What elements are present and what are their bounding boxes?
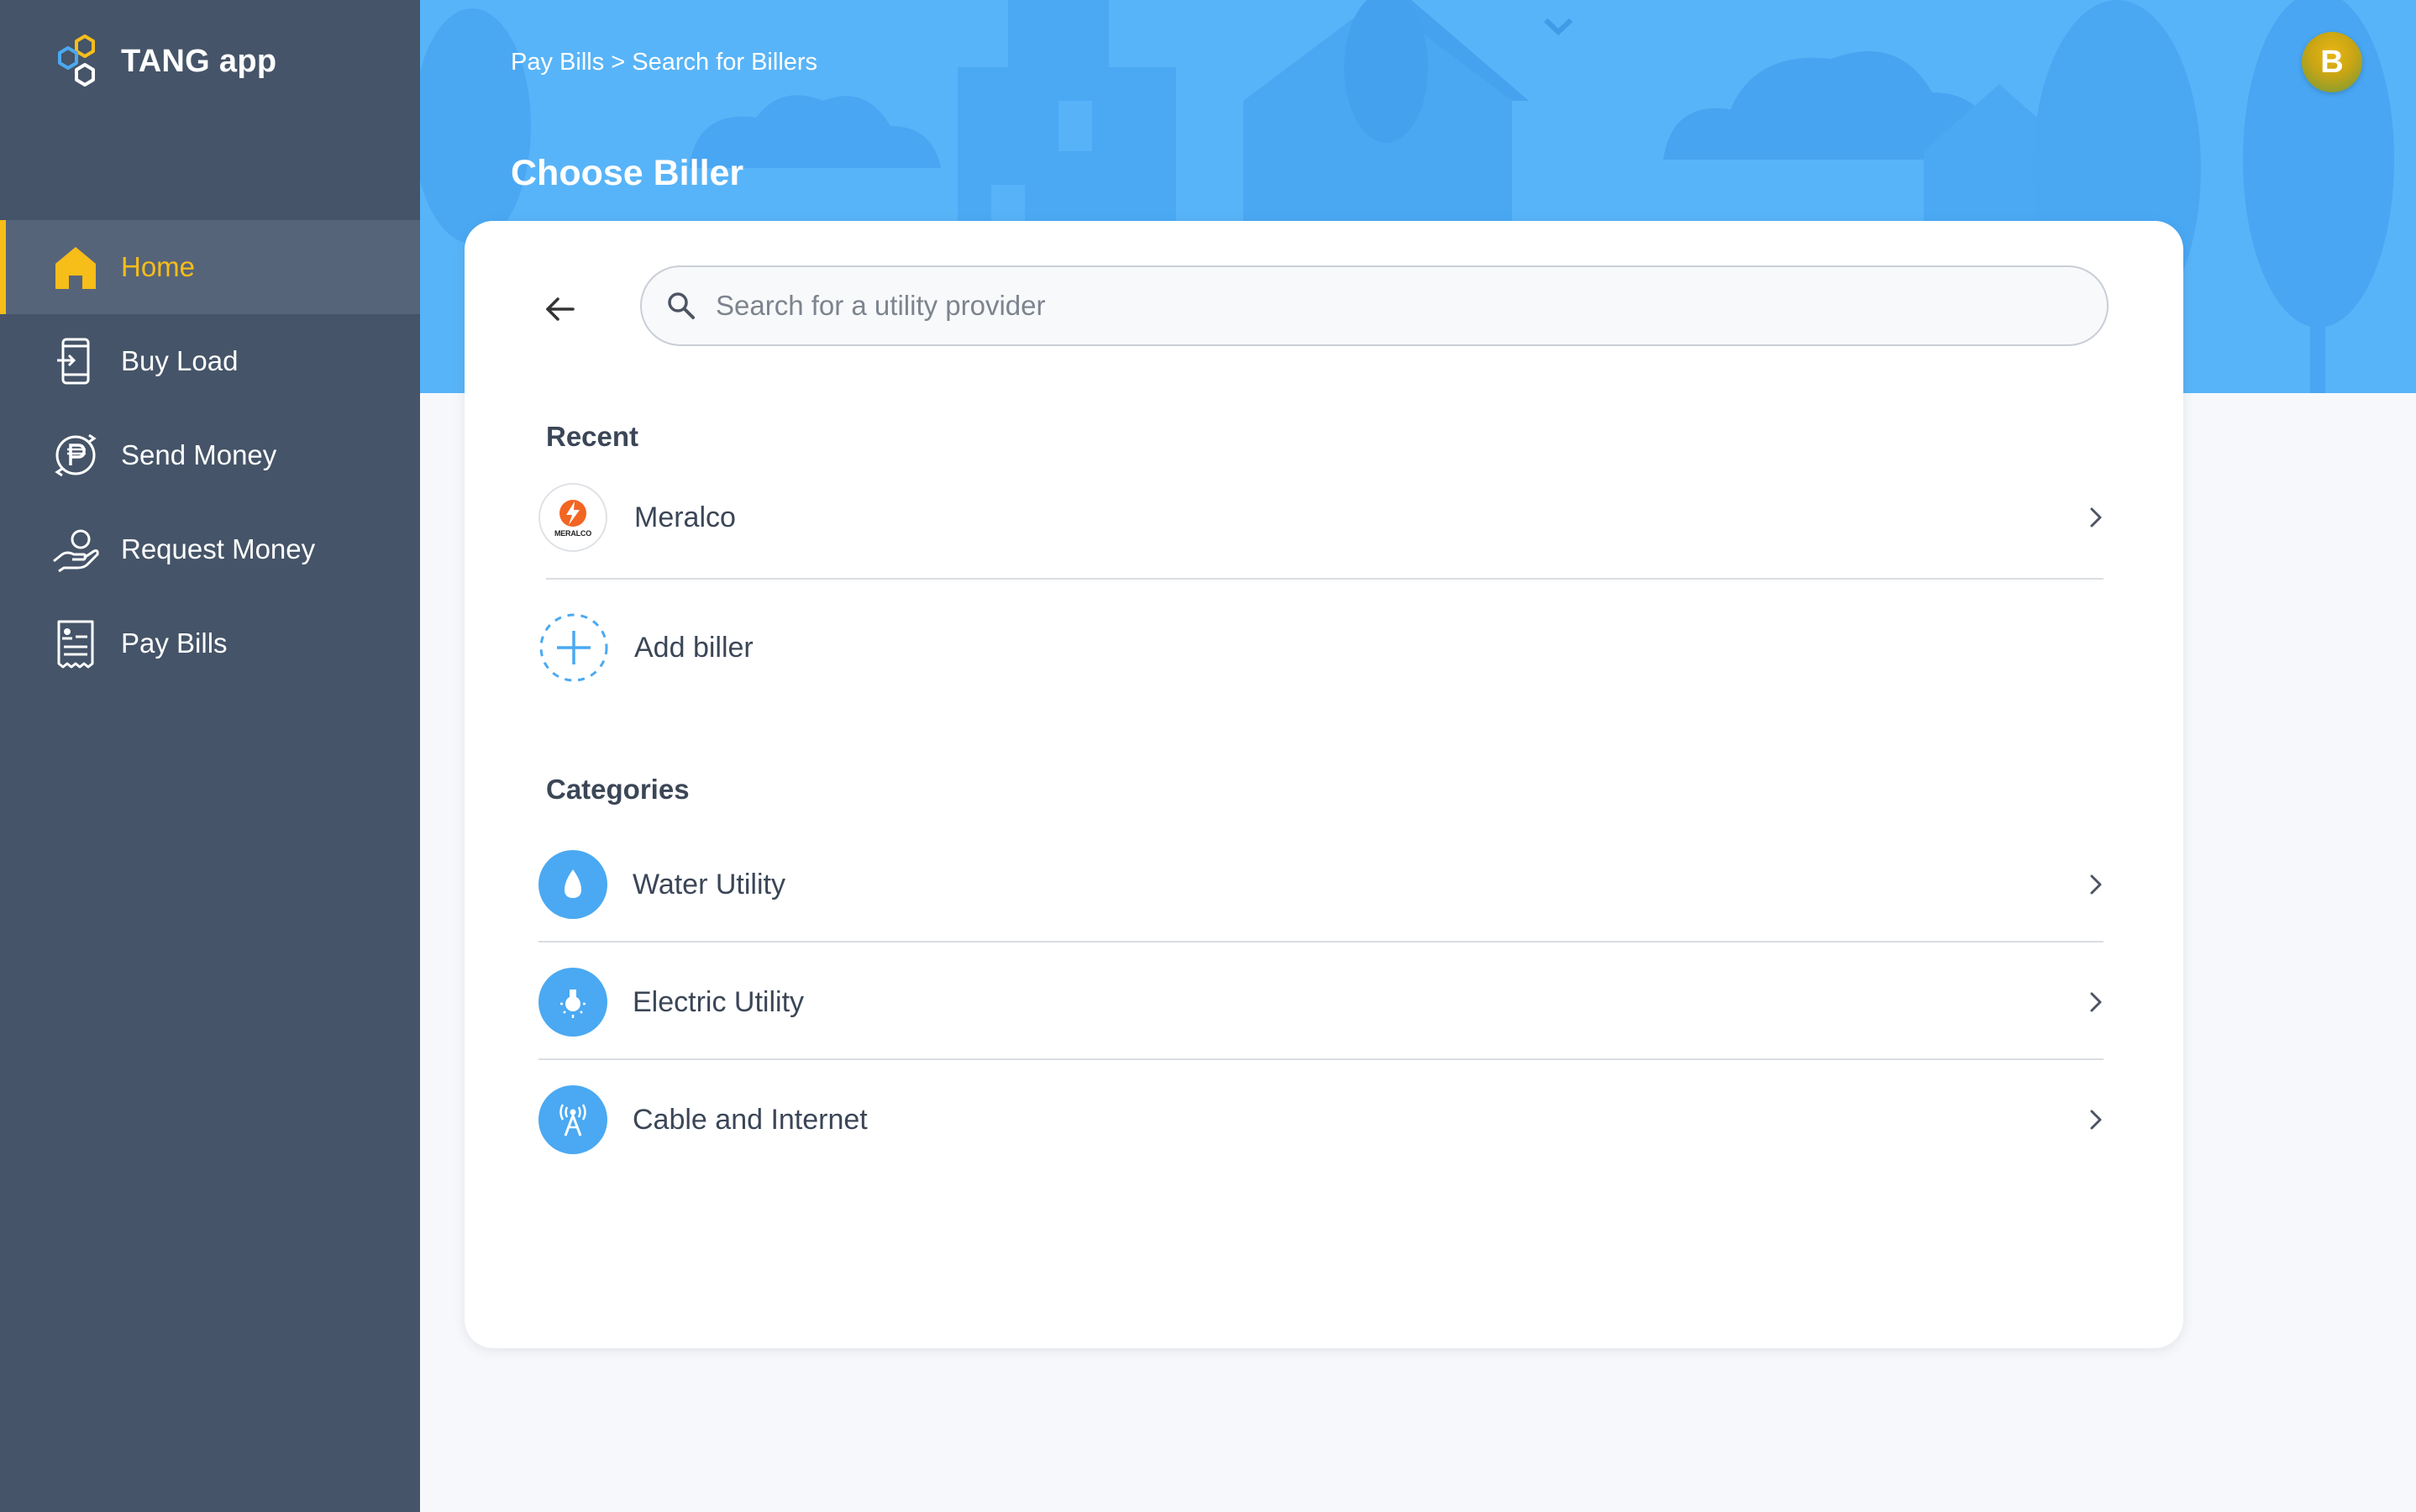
search-bar[interactable] [640,265,2109,346]
category-label: Electric Utility [633,985,805,1018]
meralco-logo: MERALCO [538,483,607,552]
category-icon [538,850,607,919]
add-biller-button[interactable]: Add biller [538,612,2111,683]
sidebar-item-label: Home [121,251,196,282]
home-icon [55,247,96,289]
sidebar-item-pay-bills[interactable]: Pay Bills [0,596,420,690]
sidebar-item-label: Send Money [121,439,277,470]
divider [538,1058,2103,1060]
divider [546,578,2103,580]
category-cable-and-internet[interactable]: Cable and Internet [538,1085,2111,1154]
recent-biller-meralco[interactable]: MERALCO Meralco [538,483,2111,552]
chevron-right-icon [2090,874,2102,895]
chevron-right-icon [2090,992,2102,1012]
sidebar-item-label: Request Money [121,533,316,564]
sidebar-item-label: Buy Load [121,345,239,376]
antenna-icon [559,1104,586,1137]
arrow-left-icon [546,297,575,321]
hexagon-logo-icon [58,34,95,87]
chevron-right-icon [2090,507,2102,528]
category-icon [538,1085,607,1154]
brand[interactable]: TANG app [50,34,276,89]
biller-name: Meralco [634,501,736,533]
category-label: Cable and Internet [633,1103,868,1136]
meralco-bolt-icon [559,499,586,527]
bill-icon [57,620,94,669]
request-money-icon [53,529,99,573]
user-avatar[interactable]: B [2302,32,2362,92]
back-button[interactable] [538,288,580,330]
category-electric-utility[interactable]: Electric Utility [538,968,2111,1037]
add-circle-icon [539,613,608,682]
phone-load-icon [57,338,90,385]
categories-section-title: Categories [546,774,690,805]
category-icon [538,968,607,1037]
divider [538,941,2103,942]
send-money-icon [55,433,97,477]
water-drop-icon [565,869,581,898]
search-icon [668,292,695,319]
light-bulb-icon [560,990,586,1018]
search-input[interactable] [716,290,2060,322]
sidebar-item-send-money[interactable]: Send Money [0,408,420,502]
sidebar-item-label: Pay Bills [121,627,228,659]
app-name: TANG app [121,43,277,79]
sidebar: TANG app Home Buy Load Send Money Reques… [0,0,420,1512]
add-biller-label: Add biller [634,631,754,664]
recent-section-title: Recent [546,421,639,452]
chevron-right-icon [2090,1110,2102,1130]
page-title: Choose Biller [511,153,744,193]
breadcrumb[interactable]: Pay Bills > Search for Billers [511,49,817,76]
category-water-utility[interactable]: Water Utility [538,850,2111,919]
meralco-logo-text: MERALCO [554,528,592,538]
sidebar-nav: Home Buy Load Send Money Request Money P… [0,220,420,690]
sidebar-item-buy-load[interactable]: Buy Load [0,314,420,408]
sidebar-item-request-money[interactable]: Request Money [0,502,420,596]
category-label: Water Utility [633,868,785,900]
sidebar-item-home[interactable]: Home [0,220,420,314]
biller-card: Recent MERALCO Meralco Add biller Catego… [465,221,2183,1348]
